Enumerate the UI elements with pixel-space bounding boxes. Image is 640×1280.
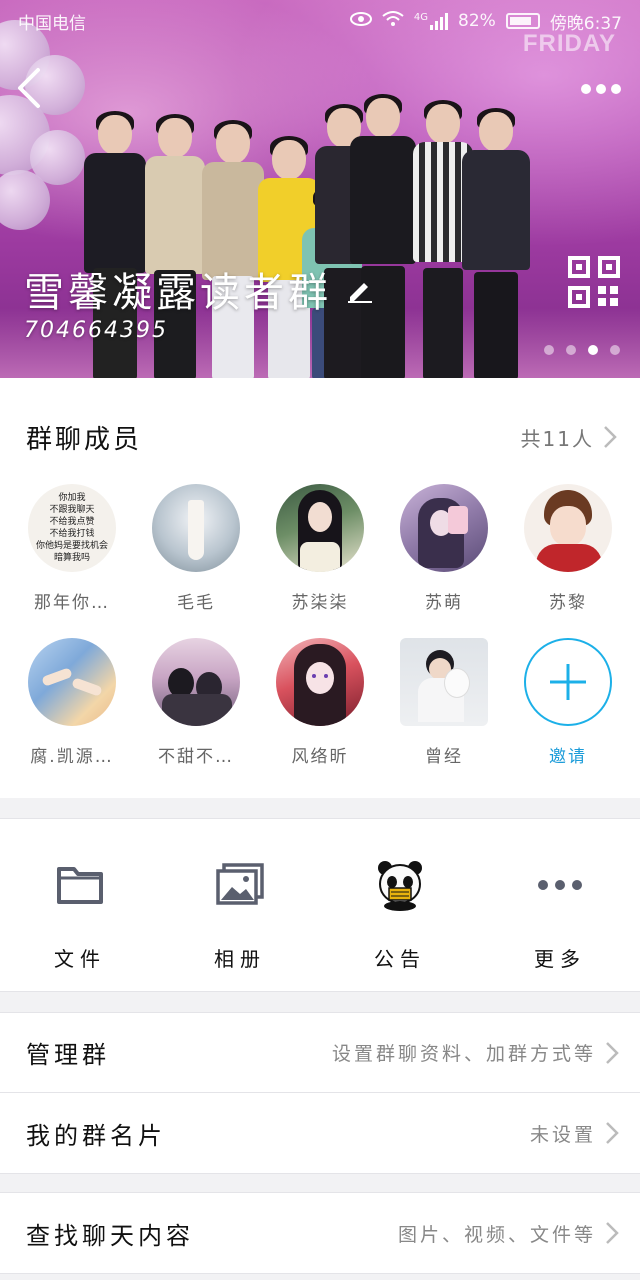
- member-name: 曾经: [425, 747, 463, 767]
- banner-page-indicator: [544, 345, 620, 355]
- members-title: 群聊成员: [26, 424, 143, 455]
- member-name: 不甜不…: [158, 747, 234, 767]
- avatar: 你加我 不跟我聊天 不给我点赞 不给我打钱 你他妈是要找机会 暗算我吗: [28, 484, 116, 572]
- avatar: [400, 484, 488, 572]
- member-item[interactable]: 苏萌: [389, 484, 499, 638]
- member-name: 苏柒柒: [291, 593, 349, 613]
- avatar: [400, 638, 488, 726]
- tool-files[interactable]: 文件: [0, 819, 160, 991]
- group-name-text: 雪馨凝露读者群: [24, 270, 332, 316]
- invite-label: 邀请: [549, 747, 587, 767]
- tool-more[interactable]: 更多: [480, 819, 640, 991]
- edit-pencil-icon[interactable]: [346, 275, 374, 303]
- wifi-icon: [382, 10, 404, 32]
- members-grid: 你加我 不跟我聊天 不给我点赞 不给我打钱 你他妈是要找机会 暗算我吗 那年你……: [0, 484, 640, 792]
- panda-announcement-icon: [372, 857, 428, 913]
- page-dot: [588, 345, 598, 355]
- tool-announcement[interactable]: 公告: [320, 819, 480, 991]
- signal-icon: 4G: [413, 12, 449, 30]
- tool-label: 公告: [374, 947, 426, 971]
- chevron-right-icon: [606, 1041, 619, 1064]
- clock: 傍晚6:37: [549, 13, 622, 34]
- members-section: 群聊成员 共11人 你加我 不跟我聊天 不给我点赞 不给我打钱 你他妈是要找机会…: [0, 378, 640, 798]
- manage-group-row[interactable]: 管理群 设置群聊资料、加群方式等: [0, 1012, 640, 1092]
- member-name: 那年你…: [34, 593, 110, 613]
- avatar: [524, 484, 612, 572]
- row-title: 我的群名片: [26, 1121, 166, 1150]
- avatar: [28, 638, 116, 726]
- member-item[interactable]: 你加我 不跟我聊天 不给我点赞 不给我打钱 你他妈是要找机会 暗算我吗 那年你…: [17, 484, 127, 638]
- back-button[interactable]: [12, 66, 52, 110]
- member-item[interactable]: 腐.凯源…: [17, 638, 127, 792]
- more-dots-icon: [581, 84, 621, 94]
- member-name: 苏萌: [425, 593, 463, 613]
- group-id: 704664395: [24, 318, 168, 343]
- member-name: 毛毛: [177, 593, 215, 613]
- search-chat-content-row[interactable]: 查找聊天内容 图片、视频、文件等: [0, 1192, 640, 1274]
- member-item[interactable]: 苏黎: [513, 484, 623, 638]
- tools-bar: 文件 相册 公告 更多: [0, 818, 640, 992]
- member-name: 腐.凯源…: [30, 747, 114, 767]
- row-value: 设置群聊资料、加群方式等: [331, 1043, 596, 1065]
- row-title: 查找聊天内容: [26, 1221, 194, 1250]
- tool-album[interactable]: 相册: [160, 819, 320, 991]
- my-group-card-row[interactable]: 我的群名片 未设置: [0, 1093, 640, 1173]
- network-type: 4G: [413, 12, 429, 23]
- member-item[interactable]: 风络昕: [265, 638, 375, 792]
- eye-icon: [349, 11, 372, 31]
- member-item[interactable]: 不甜不…: [141, 638, 251, 792]
- invite-button[interactable]: 邀请: [513, 638, 623, 792]
- chevron-right-icon: [606, 1222, 619, 1244]
- avatar: [152, 638, 240, 726]
- page-dot: [544, 345, 554, 355]
- status-bar: 中国电信 4G 82% 傍晚6:37: [0, 0, 640, 42]
- avatar: [276, 484, 364, 572]
- battery-icon: [505, 13, 540, 29]
- member-item[interactable]: 苏柒柒: [265, 484, 375, 638]
- carrier-label: 中国电信: [18, 13, 86, 34]
- page-dot: [566, 345, 576, 355]
- album-icon: [212, 857, 268, 913]
- members-header[interactable]: 群聊成员 共11人: [0, 378, 640, 496]
- tool-label: 更多: [534, 947, 586, 971]
- more-dots-icon: [532, 857, 588, 913]
- row-title: 管理群: [26, 1041, 110, 1069]
- tool-label: 文件: [54, 947, 106, 971]
- tool-label: 相册: [214, 947, 266, 971]
- page-dot: [610, 345, 620, 355]
- chevron-right-icon: [606, 1122, 619, 1144]
- divider: [0, 1173, 640, 1174]
- chevron-right-icon: [604, 426, 617, 448]
- avatar: [152, 484, 240, 572]
- add-member-icon: [524, 638, 612, 726]
- member-name: 苏黎: [549, 593, 587, 613]
- row-value: 未设置: [529, 1123, 596, 1146]
- qr-code-button[interactable]: [568, 256, 620, 308]
- battery-percent: 82%: [458, 11, 496, 31]
- avatar: [276, 638, 364, 726]
- row-value: 图片、视频、文件等: [397, 1223, 596, 1246]
- member-name: 风络昕: [291, 747, 349, 767]
- member-item[interactable]: 毛毛: [141, 484, 251, 638]
- member-item[interactable]: 曾经: [389, 638, 499, 792]
- back-arrow-icon: [18, 68, 40, 108]
- more-options-button[interactable]: [580, 76, 622, 96]
- group-name: 雪馨凝露读者群: [24, 260, 374, 318]
- members-count: 共11人: [520, 426, 594, 451]
- qr-code-icon: [568, 256, 620, 308]
- folder-icon: [52, 857, 108, 913]
